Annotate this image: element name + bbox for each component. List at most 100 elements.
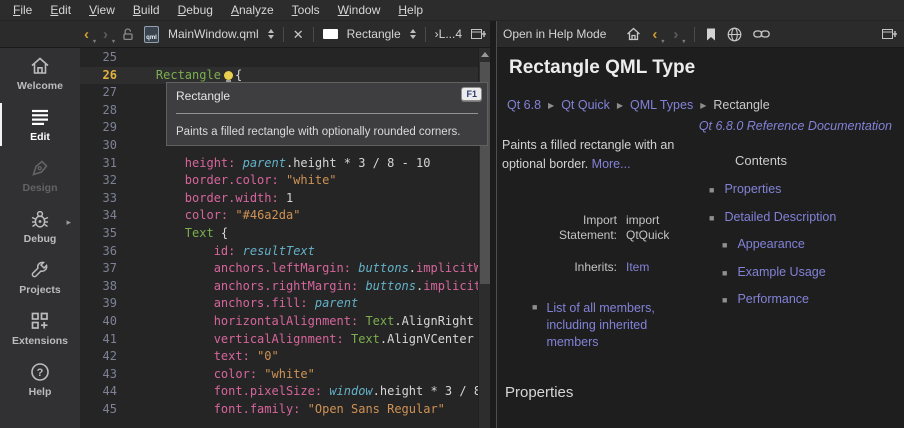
sidebar-item-label: Extensions — [12, 335, 68, 347]
code-line[interactable]: 33 border.width: 1 — [80, 190, 478, 208]
menu-item-debug[interactable]: Debug — [169, 1, 222, 19]
go-back-button[interactable]: ‹ — [84, 27, 94, 42]
scrollbar-up-icon[interactable] — [481, 52, 489, 57]
line-number[interactable]: 28 — [80, 102, 127, 120]
code-line[interactable]: 35 Text { — [80, 225, 478, 243]
code-line[interactable]: 41 verticalAlignment: Text.AlignVCenter — [80, 331, 478, 349]
sidebar-item-extensions[interactable]: Extensions — [0, 303, 80, 354]
split-editor-icon[interactable] — [471, 28, 486, 40]
lightbulb-hint-icon[interactable] — [224, 71, 233, 80]
breadcrumb-item-qml-types[interactable]: QML Types — [630, 98, 693, 112]
line-number[interactable]: 26 — [80, 67, 127, 85]
line-number[interactable]: 44 — [80, 383, 127, 401]
code-line[interactable]: 36 id: resultText — [80, 243, 478, 261]
pane-splitter[interactable] — [490, 21, 497, 428]
meta-value[interactable]: Item — [626, 260, 688, 275]
reference-documentation-link[interactable]: Qt 6.8.0 Reference Documentation — [699, 119, 892, 133]
help-back-button[interactable]: ‹ — [652, 27, 662, 42]
symbol-dropdown-icon[interactable] — [410, 29, 416, 39]
sidebar-item-projects[interactable]: Projects — [0, 252, 80, 303]
sidebar-item-debug[interactable]: Debug▸ — [0, 201, 80, 252]
line-number[interactable]: 32 — [80, 172, 127, 190]
contents-link[interactable]: Detailed Description — [724, 210, 836, 224]
line-number[interactable]: 37 — [80, 260, 127, 278]
line-number[interactable]: 34 — [80, 207, 127, 225]
code-line[interactable]: 39 anchors.fill: parent — [80, 295, 478, 313]
contents-link[interactable]: Properties — [724, 182, 781, 196]
list-of-members-link[interactable]: List of all members, including inherited… — [546, 300, 690, 351]
toolbar-divider — [283, 27, 284, 42]
line-number[interactable]: 42 — [80, 348, 127, 366]
open-document-name[interactable]: MainWindow.qml — [168, 27, 259, 41]
code-line[interactable]: 43 color: "white" — [80, 366, 478, 384]
help-toolbar: Open in Help Mode ‹ › — [499, 21, 904, 47]
line-number[interactable]: 43 — [80, 366, 127, 384]
line-number[interactable]: 29 — [80, 119, 127, 137]
menu-item-file[interactable]: File — [4, 1, 41, 19]
line-number[interactable]: 27 — [80, 84, 127, 102]
code-line[interactable]: 42 text: "0" — [80, 348, 478, 366]
menu-item-tools[interactable]: Tools — [283, 1, 329, 19]
split-help-icon[interactable] — [882, 28, 897, 40]
contents-item-detailed-description: ■ Detailed Description — [709, 210, 836, 226]
tooltip-title: Rectangle — [176, 89, 230, 103]
symbol-selector[interactable]: Rectangle — [347, 27, 401, 41]
link-icon[interactable] — [753, 29, 770, 39]
menu-item-view[interactable]: View — [80, 1, 124, 19]
code-line[interactable]: 31 height: parent.height * 3 / 8 - 10 — [80, 155, 478, 173]
contents-link[interactable]: Example Usage — [737, 265, 825, 279]
breadcrumb-item-qt-quick[interactable]: Qt Quick — [561, 98, 610, 112]
code-token: parent — [243, 156, 286, 170]
open-in-help-mode-button[interactable]: Open in Help Mode — [503, 27, 606, 41]
line-number[interactable]: 36 — [80, 243, 127, 261]
line-number[interactable]: 45 — [80, 401, 127, 419]
debug-flyout-arrow-icon[interactable]: ▸ — [66, 217, 71, 228]
code-line[interactable]: 45 font.family: "Open Sans Regular" — [80, 401, 478, 419]
bookmark-icon[interactable] — [706, 28, 716, 41]
home-icon[interactable] — [626, 27, 641, 41]
code-line[interactable]: 37 anchors.leftMargin: buttons.implicitW… — [80, 260, 478, 278]
more-link[interactable]: More... — [592, 157, 631, 171]
line-number[interactable]: 25 — [80, 49, 127, 67]
code-line[interactable]: 34 color: "#46a2da" — [80, 207, 478, 225]
menu-item-build[interactable]: Build — [124, 1, 169, 19]
line-number[interactable]: 40 — [80, 313, 127, 331]
code-line[interactable]: 38 anchors.rightMargin: buttons.implicit… — [80, 278, 478, 296]
code-text: font.pixelSize: window.height * 3 / 8 — [127, 383, 478, 401]
help-pane: Rectangle QML Type Qt 6.8▶Qt Quick▶QML T… — [497, 48, 904, 428]
globe-icon[interactable] — [727, 27, 742, 42]
lock-icon[interactable] — [122, 27, 135, 41]
line-number[interactable]: 35 — [80, 225, 127, 243]
document-dropdown-icon[interactable] — [268, 29, 274, 39]
line-number[interactable]: 30 — [80, 137, 127, 155]
toolbar-strip: ‹ › qml MainWindow.qml ✕ Rectangle ›L...… — [0, 21, 904, 48]
line-number[interactable]: 31 — [80, 155, 127, 173]
line-column-indicator[interactable]: ›L...4 — [435, 27, 462, 41]
contents-link[interactable]: Appearance — [737, 237, 804, 251]
close-document-button[interactable]: ✕ — [293, 28, 304, 41]
sidebar-item-edit[interactable]: Edit — [0, 99, 80, 150]
menu-item-edit[interactable]: Edit — [41, 1, 80, 19]
help-forward-button[interactable]: › — [673, 27, 683, 42]
line-number[interactable]: 38 — [80, 278, 127, 296]
line-number[interactable]: 39 — [80, 295, 127, 313]
code-line[interactable]: 32 border.color: "white" — [80, 172, 478, 190]
sidebar-item-welcome[interactable]: Welcome — [0, 48, 80, 99]
code-token: "Open Sans Regular" — [308, 402, 445, 416]
code-token: border.color: — [185, 173, 279, 187]
square-bullet-icon: ■ — [709, 211, 714, 226]
go-forward-button[interactable]: › — [103, 27, 113, 42]
sidebar-item-help[interactable]: ?Help — [0, 354, 80, 405]
code-line[interactable]: 44 font.pixelSize: window.height * 3 / 8 — [80, 383, 478, 401]
mode-sidebar: WelcomeEditDesignDebug▸ProjectsExtension… — [0, 48, 80, 428]
menu-item-window[interactable]: Window — [329, 1, 390, 19]
line-number[interactable]: 33 — [80, 190, 127, 208]
breadcrumb-item-qt-6-8[interactable]: Qt 6.8 — [507, 98, 541, 112]
menu-item-analyze[interactable]: Analyze — [222, 1, 283, 19]
code-line[interactable]: 40 horizontalAlignment: Text.AlignRight — [80, 313, 478, 331]
type-meta-table: Import Statement:import QtQuickInherits:… — [541, 213, 688, 275]
contents-link[interactable]: Performance — [737, 292, 809, 306]
menu-item-help[interactable]: Help — [389, 1, 432, 19]
code-line[interactable]: 25 — [80, 49, 478, 67]
line-number[interactable]: 41 — [80, 331, 127, 349]
